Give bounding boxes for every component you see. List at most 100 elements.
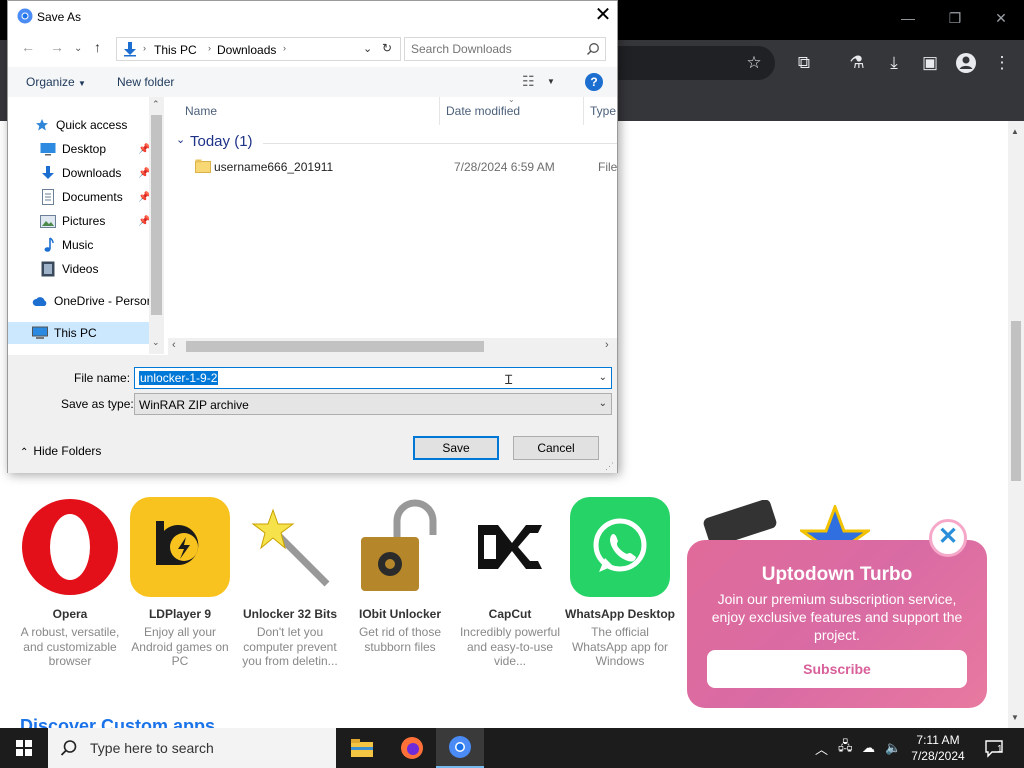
app-card-ldplayer[interactable]: LDPlayer 9 Enjoy all your Android games …: [125, 497, 235, 669]
app-name[interactable]: LDPlayer 9: [125, 607, 235, 621]
address-breadcrumb[interactable]: › This PC › Downloads › ⌄ ↻: [116, 37, 401, 61]
app-card-opera[interactable]: Opera A robust, versatile, and customiza…: [15, 497, 125, 669]
subscribe-button[interactable]: Subscribe: [707, 650, 967, 688]
chrome-taskbar-icon[interactable]: [436, 728, 484, 768]
profile-avatar-icon[interactable]: [955, 52, 977, 74]
nav-scroll-thumb[interactable]: [151, 115, 162, 315]
firefox-icon[interactable]: [388, 728, 436, 768]
breadcrumb-downloads[interactable]: Downloads: [217, 43, 276, 57]
network-icon[interactable]: 🖧: [838, 728, 853, 768]
volume-icon[interactable]: 🔈: [885, 728, 901, 768]
nav-onedrive[interactable]: OneDrive - Persor: [32, 290, 151, 312]
save-button[interactable]: Save: [413, 436, 499, 460]
help-icon[interactable]: ?: [585, 73, 603, 91]
scroll-down-icon[interactable]: ⌄: [152, 337, 160, 348]
file-name-dropdown-chevron-icon[interactable]: ⌄: [599, 372, 607, 383]
scroll-up-icon[interactable]: ▲: [1011, 127, 1019, 136]
file-list-horizontal-scrollbar[interactable]: ‹ ›: [168, 338, 617, 355]
app-card-unlocker[interactable]: Unlocker 32 Bits Don't let you computer …: [235, 497, 345, 669]
search-downloads-box[interactable]: [404, 37, 606, 61]
app-name[interactable]: Opera: [15, 607, 125, 621]
save-as-type-select[interactable]: WinRAR ZIP archive ⌄: [134, 393, 612, 415]
promo-close-icon[interactable]: ✕: [929, 519, 967, 557]
search-icon: [60, 740, 77, 756]
file-name-input[interactable]: unlocker-1-9-2 Ɪ ⌄: [134, 367, 612, 389]
labs-flask-icon[interactable]: ⚗: [846, 52, 868, 74]
search-downloads-input[interactable]: [411, 42, 581, 56]
videos-icon: [40, 261, 56, 277]
close-window-icon[interactable]: ✕: [991, 10, 1011, 27]
app-name[interactable]: Unlocker 32 Bits: [235, 607, 345, 621]
back-arrow-icon[interactable]: ←: [21, 39, 35, 55]
address-dropdown-chevron-icon[interactable]: ⌄: [363, 42, 372, 55]
view-options-chevron-icon[interactable]: ▼: [547, 77, 555, 86]
promo-text: Join our premium subscription service, e…: [711, 591, 963, 643]
column-header-date-modified[interactable]: Date modified: [446, 104, 520, 118]
group-today-label[interactable]: Today (1): [190, 133, 253, 150]
onedrive-cloud-icon[interactable]: ☁: [862, 728, 875, 768]
app-card-whatsapp[interactable]: WhatsApp Desktop The official WhatsApp a…: [565, 497, 675, 669]
scroll-down-icon[interactable]: ▼: [1011, 713, 1019, 722]
nav-item-music[interactable]: Music: [40, 234, 93, 256]
windows-start-icon[interactable]: [0, 728, 48, 768]
search-icon: [586, 43, 599, 56]
taskbar-clock[interactable]: 7:11 AM 7/28/2024: [905, 732, 971, 764]
dialog-titlebar[interactable]: Save As ✕: [8, 1, 617, 32]
file-name-label: File name:: [74, 371, 131, 385]
save-as-type-chevron-icon[interactable]: ⌄: [599, 398, 607, 409]
view-options-icon[interactable]: ☷: [522, 73, 535, 90]
dialog-close-icon[interactable]: ✕: [591, 4, 615, 28]
save-as-dialog: Save As ✕ ← → ⌄ ↑ › This PC › Downloads …: [7, 0, 618, 473]
recent-locations-chevron-icon[interactable]: ⌄: [74, 43, 82, 54]
file-name-value[interactable]: unlocker-1-9-2: [139, 371, 219, 385]
navigation-pane: Quick access Desktop 📌 Downloads 📌 Docum…: [8, 97, 164, 354]
nav-label: This PC: [54, 326, 97, 340]
column-header-name[interactable]: Name: [185, 104, 217, 118]
cancel-button[interactable]: Cancel: [513, 436, 599, 460]
taskbar-search-box[interactable]: Type here to search: [48, 728, 336, 768]
new-folder-button[interactable]: New folder: [117, 75, 174, 89]
nav-label: Downloads: [62, 166, 122, 180]
column-separator[interactable]: [583, 97, 584, 125]
app-name[interactable]: CapCut: [455, 607, 565, 621]
app-card-iobit-unlocker[interactable]: IObit Unlocker Get rid of those stubborn…: [345, 497, 455, 654]
refresh-icon[interactable]: ↻: [382, 41, 392, 55]
app-description: Don't let you computer prevent you from …: [242, 625, 338, 668]
page-scroll-thumb[interactable]: [1011, 321, 1021, 481]
forward-arrow-icon[interactable]: →: [50, 39, 64, 55]
minimize-icon[interactable]: —: [898, 10, 918, 26]
nav-item-videos[interactable]: Videos: [40, 258, 98, 280]
browser-menu-icon[interactable]: ⋮: [991, 52, 1013, 74]
page-scrollbar[interactable]: ▲ ▼: [1008, 121, 1024, 728]
app-name[interactable]: IObit Unlocker: [345, 607, 455, 621]
tray-chevron-icon[interactable]: ︿: [815, 728, 828, 768]
restore-icon[interactable]: ❐: [945, 10, 965, 27]
column-header-type[interactable]: Type: [590, 104, 616, 118]
extensions-icon[interactable]: ⧉: [793, 52, 815, 74]
nav-quick-access[interactable]: Quick access: [34, 114, 127, 136]
hide-folders-toggle[interactable]: ⌃ Hide Folders: [20, 444, 101, 458]
file-row[interactable]: username666_201911 7/28/2024 6:59 AM Fil…: [183, 157, 617, 177]
column-separator[interactable]: [439, 97, 440, 125]
organize-menu[interactable]: Organize ▼: [26, 75, 86, 89]
resize-grip-icon[interactable]: ⋰: [605, 461, 614, 472]
app-name[interactable]: WhatsApp Desktop: [565, 607, 675, 621]
scroll-left-icon[interactable]: ‹: [172, 339, 176, 351]
file-explorer-icon[interactable]: [338, 728, 386, 768]
nav-this-pc[interactable]: This PC: [8, 322, 149, 344]
horizontal-scroll-thumb[interactable]: [186, 341, 484, 352]
group-collapse-chevron-icon[interactable]: ⌄: [176, 133, 185, 146]
breadcrumb-separator-icon: ›: [143, 43, 146, 53]
breadcrumb-this-pc[interactable]: This PC: [154, 43, 197, 57]
downloads-icon[interactable]: ⤓: [883, 52, 905, 74]
app-card-capcut[interactable]: CapCut Incredibly powerful and easy-to-u…: [455, 497, 565, 669]
bookmark-star-icon[interactable]: ☆: [743, 52, 765, 74]
scroll-up-icon[interactable]: ⌃: [152, 99, 160, 110]
nav-pane-scrollbar[interactable]: ⌃ ⌄: [149, 97, 164, 354]
up-arrow-icon[interactable]: ↑: [94, 39, 101, 55]
save-as-type-value: WinRAR ZIP archive: [139, 398, 249, 412]
scroll-right-icon[interactable]: ›: [605, 339, 609, 351]
nav-label: Videos: [62, 262, 99, 276]
hide-folders-chevron-icon: ⌃: [20, 447, 29, 458]
side-panel-icon[interactable]: ▣: [919, 52, 941, 74]
